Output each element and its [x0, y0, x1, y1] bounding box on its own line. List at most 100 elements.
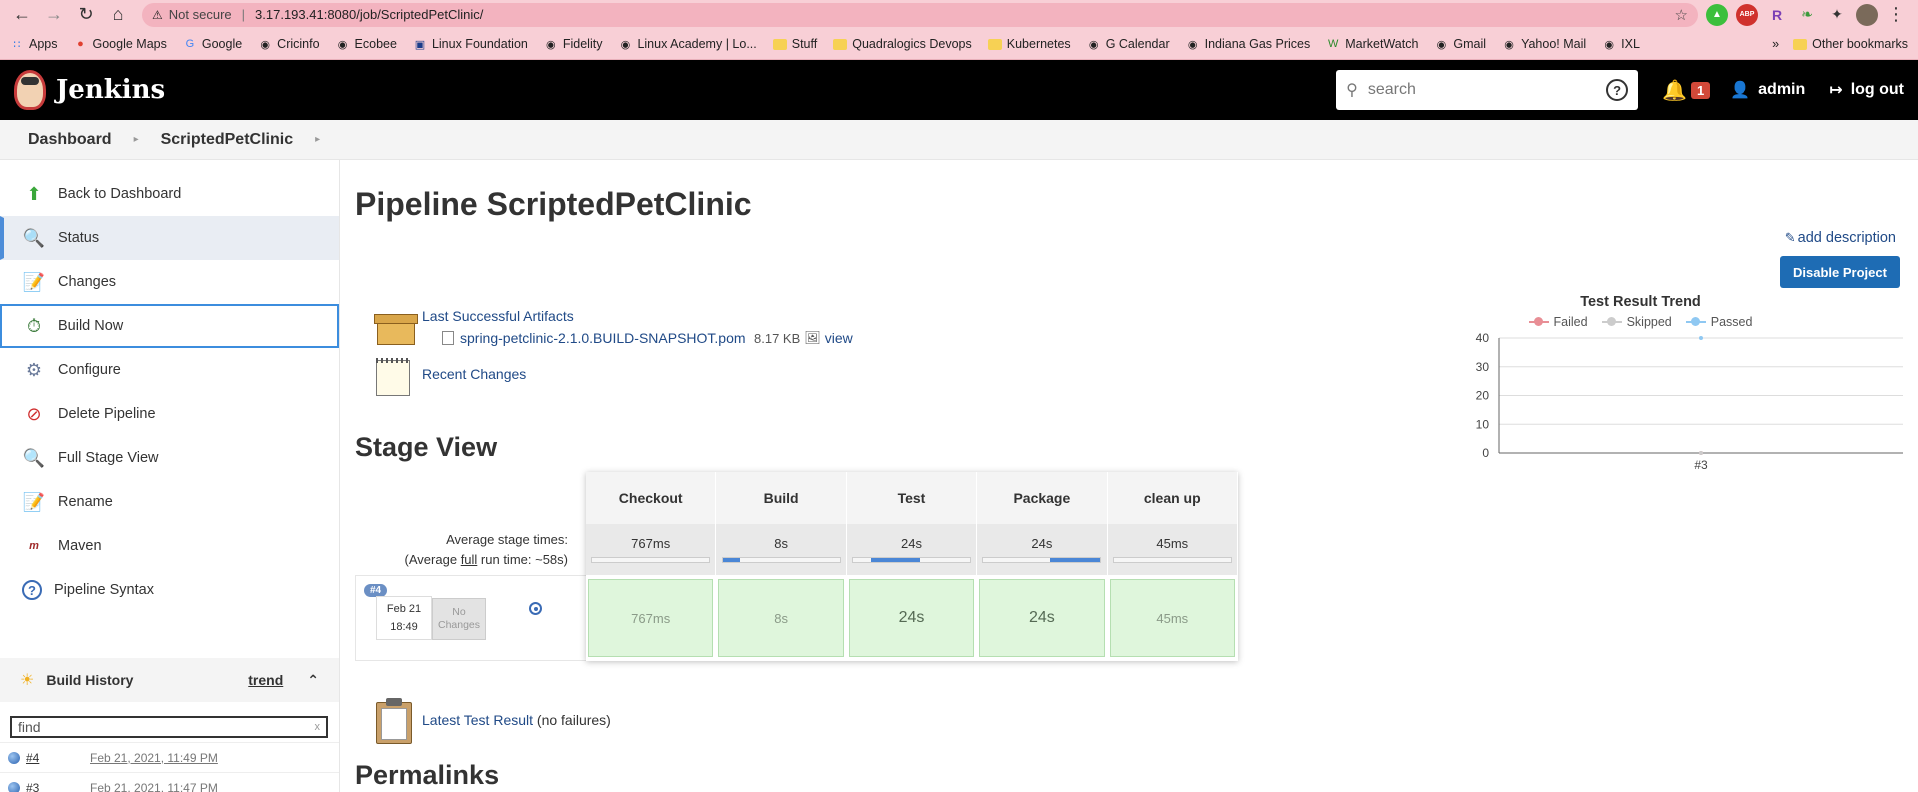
profile-avatar[interactable]	[1856, 3, 1878, 26]
collapse-caret-icon[interactable]: ⌃	[307, 672, 319, 689]
task-configure[interactable]: ⚙ Configure	[0, 348, 339, 392]
task-maven[interactable]: m Maven	[0, 524, 339, 568]
bookmark-item[interactable]: ▣ Linux Foundation	[413, 37, 528, 51]
bookmark-item[interactable]: G Google	[183, 37, 243, 51]
bookmark-item[interactable]: ◉ Yahoo! Mail	[1502, 37, 1586, 51]
maven-icon: m	[29, 540, 39, 552]
forward-icon[interactable]: →	[40, 3, 68, 27]
search-input[interactable]: search	[1368, 81, 1416, 99]
bookmark-item[interactable]: Quadralogics Devops	[833, 37, 972, 51]
task-label: Pipeline Syntax	[54, 582, 154, 598]
adblock-icon[interactable]: ABP	[1736, 3, 1758, 26]
build-find-input[interactable]: find x	[10, 716, 328, 738]
not-secure-label: Not secure	[168, 7, 232, 22]
jenkins-logo[interactable]: Jenkins	[14, 70, 165, 110]
folder-icon	[772, 38, 787, 50]
back-icon[interactable]: ←	[8, 3, 36, 27]
bookmark-item[interactable]: W MarketWatch	[1326, 37, 1418, 51]
stage-view-left: Average stage times: (Average full run t…	[355, 524, 586, 661]
search-help-icon[interactable]: ?	[1606, 79, 1629, 101]
build-date-link[interactable]: Feb 21, 2021, 11:49 PM	[90, 751, 218, 765]
clear-find-icon[interactable]: x	[315, 721, 321, 733]
bookmark-item[interactable]: ● Google Maps	[74, 37, 167, 51]
artifact-view-link[interactable]: view	[825, 330, 853, 346]
other-bookmarks[interactable]: Other bookmarks	[1793, 37, 1908, 51]
extension-green-icon[interactable]: ▲	[1706, 3, 1728, 26]
build-date-link[interactable]: Feb 21, 2021, 11:47 PM	[90, 781, 218, 792]
stage-header: Checkout	[586, 472, 717, 524]
bookmark-item[interactable]: Kubernetes	[987, 37, 1071, 51]
latest-test-result-link[interactable]: Latest Test Result	[422, 712, 533, 728]
task-full-stage-view[interactable]: 🔍 Full Stage View	[0, 436, 339, 480]
build-info-icon[interactable]	[529, 602, 542, 615]
browser-menu-icon[interactable]: ⋮	[1882, 3, 1910, 27]
user-menu[interactable]: 👤 admin	[1730, 80, 1805, 100]
task-build-now[interactable]: ⏱ Build Now	[0, 304, 339, 348]
stage-result-box[interactable]: 767ms	[588, 579, 714, 657]
chevron-right-icon[interactable]: ▸	[315, 134, 320, 145]
bookmark-item[interactable]: ◉ Cricinfo	[258, 37, 319, 51]
search-box[interactable]: ⚲ search ?	[1336, 70, 1639, 110]
reload-icon[interactable]: ↻	[72, 3, 100, 27]
bookmark-label: Linux Foundation	[431, 37, 528, 51]
logout-link[interactable]: ↦ log out	[1829, 80, 1904, 100]
home-icon[interactable]: ⌂	[104, 3, 132, 27]
task-rename[interactable]: 📝 Rename	[0, 480, 339, 524]
bookmark-item[interactable]: ◉ Gmail	[1434, 37, 1486, 51]
more-bookmarks-icon[interactable]: »	[1772, 37, 1779, 51]
task-pipeline-syntax[interactable]: ? Pipeline Syntax	[0, 568, 339, 612]
build-number-link[interactable]: #3	[26, 781, 90, 792]
bookmark-label: Ecobee	[354, 37, 397, 51]
artifact-size: 8.17 KB 🖼 view	[754, 330, 853, 346]
recent-changes-link[interactable]: Recent Changes	[422, 366, 526, 382]
globe-icon: ◉	[620, 38, 631, 51]
legend-item[interactable]: Failed	[1528, 315, 1588, 329]
stage-result-box[interactable]: 24s	[848, 579, 975, 657]
no-changes-box[interactable]: No Changes	[432, 598, 486, 640]
full-run-link[interactable]: full	[461, 552, 478, 567]
separator: |	[241, 7, 246, 22]
chevron-right-icon[interactable]: ▸	[134, 134, 139, 145]
bookmarks-bar: ∷ Apps ● Google Maps G Google ◉ Cricinfo ◉ Ecobee…	[0, 29, 1918, 60]
stage-build-cell: 24s	[847, 575, 978, 661]
legend-item[interactable]: Passed	[1685, 315, 1752, 329]
bookmark-item[interactable]: ◉ IXL	[1602, 37, 1640, 51]
legend-item[interactable]: Skipped	[1601, 315, 1672, 329]
extensions-puzzle-icon[interactable]: ✦	[1826, 4, 1848, 26]
stage-result-box[interactable]: 8s	[718, 579, 844, 657]
breadcrumb-dashboard[interactable]: Dashboard	[28, 131, 112, 149]
artifact-file-link[interactable]: spring-petclinic-2.1.0.BUILD-SNAPSHOT.po…	[460, 330, 746, 346]
bookmark-item[interactable]: ∷ Apps	[10, 37, 58, 51]
task-back-to-dashboard[interactable]: ⬆ Back to Dashboard	[0, 172, 339, 216]
extension-r-icon[interactable]: R	[1766, 4, 1788, 26]
disable-project-button[interactable]: Disable Project	[1780, 256, 1900, 288]
bookmark-item[interactable]: ◉ Linux Academy | Lo...	[618, 37, 757, 51]
breadcrumb-job[interactable]: ScriptedPetClinic	[161, 131, 293, 149]
stage-average-row: 767ms 8s 24s 24s 45ms	[586, 524, 1238, 575]
address-bar[interactable]: ⚠ Not secure | 3.17.193.41:8080/job/Scri…	[142, 2, 1698, 27]
bookmark-item[interactable]: ◉ Indiana Gas Prices	[1186, 37, 1310, 51]
build-number-link[interactable]: #4	[26, 751, 90, 765]
marketwatch-icon: W	[1328, 38, 1339, 50]
extension-sprout-icon[interactable]: ❧	[1796, 4, 1818, 26]
task-delete-pipeline[interactable]: ⊘ Delete Pipeline	[0, 392, 339, 436]
stage-result-box[interactable]: 45ms	[1109, 579, 1235, 657]
bookmark-star-icon[interactable]: ☆	[1675, 6, 1688, 24]
task-status[interactable]: 🔍 Status	[0, 216, 339, 260]
task-label: Rename	[58, 494, 113, 510]
task-changes[interactable]: 📝 Changes	[0, 260, 339, 304]
bookmark-item[interactable]: ◉ Ecobee	[336, 37, 397, 51]
bookmark-item[interactable]: Stuff	[772, 37, 817, 51]
notifications[interactable]: 🔔 1	[1662, 78, 1711, 103]
last-successful-artifacts-link[interactable]: Last Successful Artifacts	[422, 308, 574, 324]
bookmark-item[interactable]: ◉ Fidelity	[544, 37, 602, 51]
add-description-link[interactable]: ✎ add description	[1785, 230, 1896, 246]
warning-icon: ⚠	[152, 7, 163, 22]
trend-link[interactable]: trend	[248, 672, 283, 688]
bookmark-label: MarketWatch	[1345, 37, 1419, 51]
stage-table: Checkout Build Test Package clean up 767ms 8s…	[586, 472, 1238, 661]
bookmark-item[interactable]: ◉ G Calendar	[1087, 37, 1170, 51]
up-arrow-icon: ⬆	[26, 183, 42, 204]
stage-result-box[interactable]: 24s	[979, 579, 1105, 657]
bell-icon: 🔔	[1662, 79, 1687, 102]
